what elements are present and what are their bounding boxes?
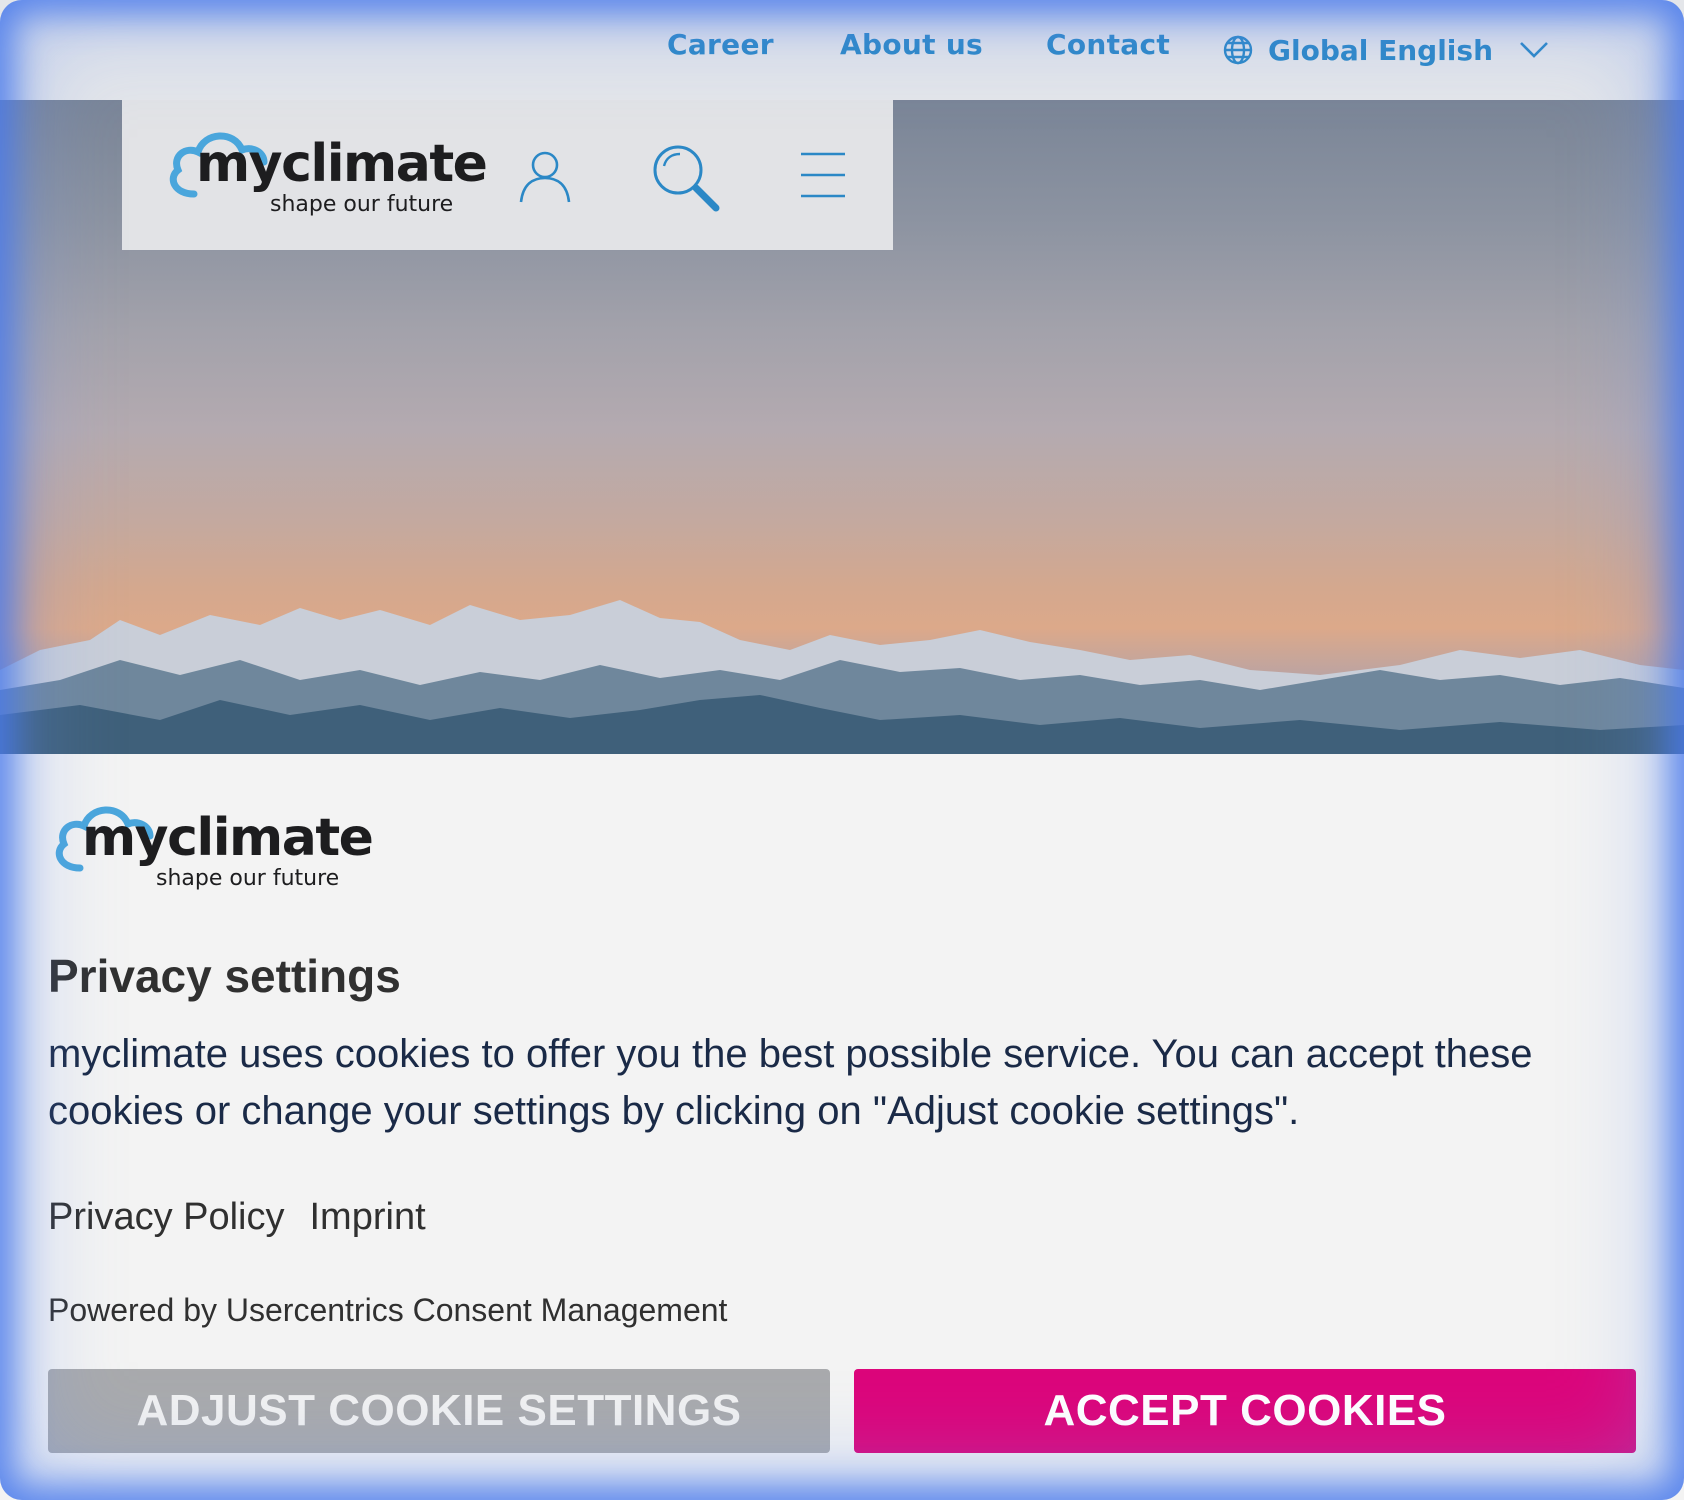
chevron-down-icon [1520, 42, 1548, 58]
legal-links: Privacy Policy Imprint [48, 1196, 426, 1239]
logo-wordmark: myclimate [196, 134, 488, 194]
top-utility-nav: Career About us Contact Global English [0, 0, 1684, 100]
adjust-cookie-settings-button[interactable]: Adjust cookie settings [48, 1369, 830, 1453]
search-icon[interactable] [650, 142, 722, 214]
cookie-description: myclimate uses cookies to offer you the … [48, 1032, 1533, 1133]
logo-wordmark: myclimate [82, 808, 374, 868]
menu-icon[interactable] [799, 150, 847, 200]
logo-tagline: shape our future [156, 866, 340, 891]
powered-by-text: Powered by Usercentrics Consent Manageme… [48, 1292, 728, 1328]
logo-tagline: shape our future [270, 192, 454, 217]
nav-link-about-us[interactable]: About us [840, 28, 983, 61]
myclimate-logo[interactable]: myclimate shape our future [160, 128, 488, 228]
accept-cookies-button[interactable]: Accept cookies [854, 1369, 1636, 1453]
cookie-consent-dialog: myclimate shape our future Privacy setti… [0, 754, 1684, 1500]
language-selector[interactable]: Global English [1222, 28, 1549, 72]
myclimate-logo: myclimate shape our future [46, 802, 374, 902]
mountain-silhouette [0, 600, 1684, 760]
language-label: Global English [1268, 33, 1493, 67]
nav-link-contact[interactable]: Contact [1046, 28, 1170, 61]
nav-link-career[interactable]: Career [667, 28, 774, 61]
privacy-settings-title: Privacy settings [48, 950, 401, 1002]
site-header: myclimate shape our future [122, 100, 893, 250]
user-icon[interactable] [517, 148, 573, 204]
imprint-link[interactable]: Imprint [310, 1196, 426, 1239]
globe-icon [1223, 35, 1253, 65]
privacy-policy-link[interactable]: Privacy Policy [48, 1196, 285, 1239]
